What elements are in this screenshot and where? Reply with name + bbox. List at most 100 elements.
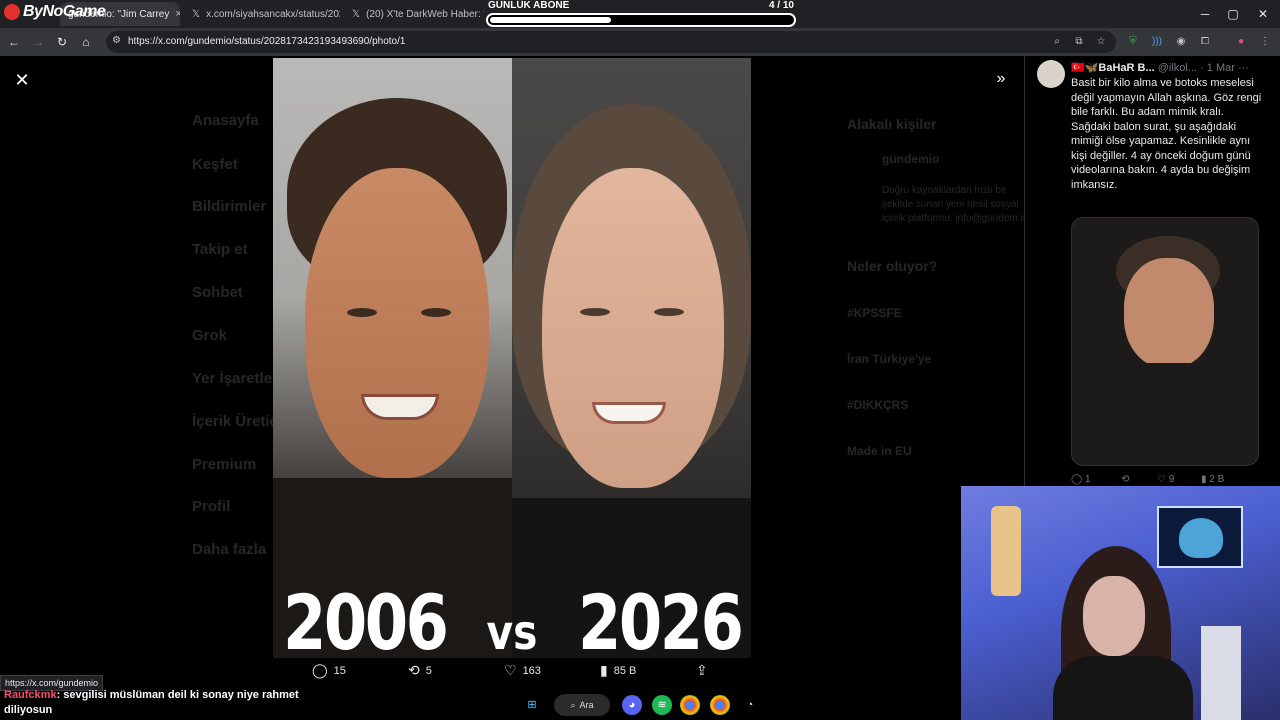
nav-premium: Premium [192,456,257,473]
tab-title: (20) X'te DarkWeb Haber: "AK P [366,8,484,20]
obs-icon[interactable]: ◔ [740,695,760,715]
extension-icon[interactable]: ◉ [1174,35,1188,49]
chrome-icon[interactable] [680,695,700,715]
avatar[interactable] [1037,60,1065,88]
eye-shape [347,308,377,317]
butterfly-light-shape [1157,506,1243,568]
subscriber-goal-widget: GÜNLÜK ABONE 4 / 10 [486,0,796,28]
reply-author-handle[interactable]: @ilkol... [1158,62,1197,74]
spotify-icon[interactable]: ≋ [652,695,672,715]
reply-button[interactable]: ◯ 15 [312,662,346,679]
maximize-button[interactable]: ▢ [1220,4,1246,24]
forward-arrow-icon[interactable]: → [30,34,46,50]
reply-header: 🇹🇷🦋BaHaR B... @ilkol... · 1 Mar ··· [1071,61,1249,74]
taskbar-search[interactable]: ⌕ Ara [554,694,610,716]
reply-reply-count[interactable]: ◯ 1 [1071,474,1091,485]
shirt-shape [1086,363,1246,465]
back-arrow-icon[interactable]: ← [6,34,22,50]
bar-chart-icon: ▮ [600,662,608,678]
home-icon[interactable]: ⌂ [78,34,94,50]
heart-icon: ♡ [504,662,517,678]
address-bar[interactable]: ⚙ https://x.com/gundemio/status/20281734… [106,31,1116,53]
search-icon: ⌕ [570,699,576,710]
trends-heading: Neler oluyor? [847,258,938,274]
subscriber-goal-label: GÜNLÜK ABONE [488,0,570,11]
collapse-panel-icon[interactable]: » [990,70,1012,90]
streamer-shirt-shape [1053,656,1193,720]
subscriber-goal-count: 4 / 10 [768,0,794,11]
zoom-icon[interactable]: ⌕ [1050,35,1064,49]
browser-toolbar: ← → ↻ ⌂ ⚙ https://x.com/gundemio/status/… [0,28,1280,56]
close-window-button[interactable]: ✕ [1250,4,1276,24]
address-url: https://x.com/gundemio/status/2028173423… [128,36,406,47]
tweet-photo[interactable]: 2006 vs 2026 [273,58,751,658]
subscriber-goal-progress [486,13,796,27]
like-button[interactable]: ♡ 163 [504,662,541,679]
subscriber-goal-progress-fill [490,17,611,23]
tab-siyahsancak[interactable]: 𝕏 x.com/siyahsancakx/status/202 × [184,2,340,26]
tab-darkweb[interactable]: 𝕏 (20) X'te DarkWeb Haber: "AK P [344,2,484,26]
views-button[interactable]: ▮ 85 B [600,662,636,679]
retweet-count: 5 [425,664,432,677]
share-button[interactable]: ⇪ [696,662,708,679]
nav-bookmarks: Yer İşaretleri [192,370,283,387]
retweet-icon: ⟲ [408,662,420,678]
nav-explore: Keşfet [192,156,238,173]
close-tab-icon[interactable]: × [175,8,180,20]
reply-view-count[interactable]: ▮ 2 B [1201,474,1224,485]
browser-menu-icon[interactable]: ⋮ [1258,35,1272,49]
caption-year-right: 2026 [577,578,744,658]
retweet-icon[interactable]: ⟲ [1121,474,1129,485]
face-shape [542,168,724,488]
butterfly-icon [1179,518,1223,558]
profile-avatar-icon[interactable]: ● [1234,35,1248,49]
nav-more: Daha fazla [192,541,267,558]
audio-extension-icon[interactable]: ))) [1150,35,1164,49]
reply-like-count[interactable]: ♡ 9 [1157,474,1174,485]
nav-chat: Sohbet [192,284,243,301]
related-people-heading: Alakalı kişiler [847,116,937,132]
minimize-button[interactable]: ─ [1192,4,1218,24]
trend-item: #KPSSFE [847,306,902,320]
photo-right-half [512,58,751,658]
like-count: 163 [522,664,541,677]
taskbar-search-label: Ara [579,700,594,710]
tab-title: x.com/siyahsancakx/status/202 [206,8,340,20]
trend-item: Made in EU [847,444,912,458]
windows-start-icon[interactable]: ⊞ [522,695,542,715]
bookmark-star-icon[interactable]: ☆ [1094,35,1108,49]
reply-author-name[interactable]: 🇹🇷🦋BaHaR B... [1071,62,1155,74]
views-count: 85 B [613,664,637,677]
trend-item: #DIKKÇRS [847,398,909,412]
discord-icon[interactable]: ◕ [622,695,642,715]
share-icon: ⇪ [696,662,708,678]
brand-name: ByNoGame [23,3,106,20]
nav-profile: Profil [192,498,231,515]
caption-vs: vs [486,605,538,658]
trend-item: İran Türkiye'ye [847,352,932,366]
webcam-overlay [961,486,1280,720]
chrome-profile-icon[interactable] [710,695,730,715]
reload-icon[interactable]: ↻ [54,34,70,50]
related-account-name: gündemio [882,152,940,166]
extensions-puzzle-icon[interactable]: ⧠ [1198,35,1212,49]
face-shape [1124,258,1214,368]
reply-tweet[interactable]: 🇹🇷🦋BaHaR B... @ilkol... · 1 Mar ··· Basi… [1024,56,1280,486]
smile-shape [592,402,666,424]
x-logo-icon: 𝕏 [352,8,361,20]
stream-brand-logo: ByNoGame [4,3,106,21]
close-photo-icon[interactable]: ✕ [12,70,32,90]
retweet-button[interactable]: ⟲ 5 [408,662,432,679]
shield-extension-icon[interactable]: ⛨ [1126,35,1140,49]
related-account-desc: Doğru kaynaklardan hızlı bir şekilde sun… [882,185,1029,224]
eye-shape [654,308,684,316]
x-logo-icon: 𝕏 [192,8,201,20]
install-app-icon[interactable]: ⧉ [1072,35,1086,49]
reply-date: · 1 Mar [1200,62,1235,74]
reply-image[interactable] [1071,217,1259,466]
nav-home: Anasayfa [192,112,259,129]
more-icon[interactable]: ··· [1238,62,1249,74]
eye-shape [580,308,610,316]
bynogame-logo-icon [4,4,20,20]
site-settings-icon[interactable]: ⚙ [112,35,121,46]
